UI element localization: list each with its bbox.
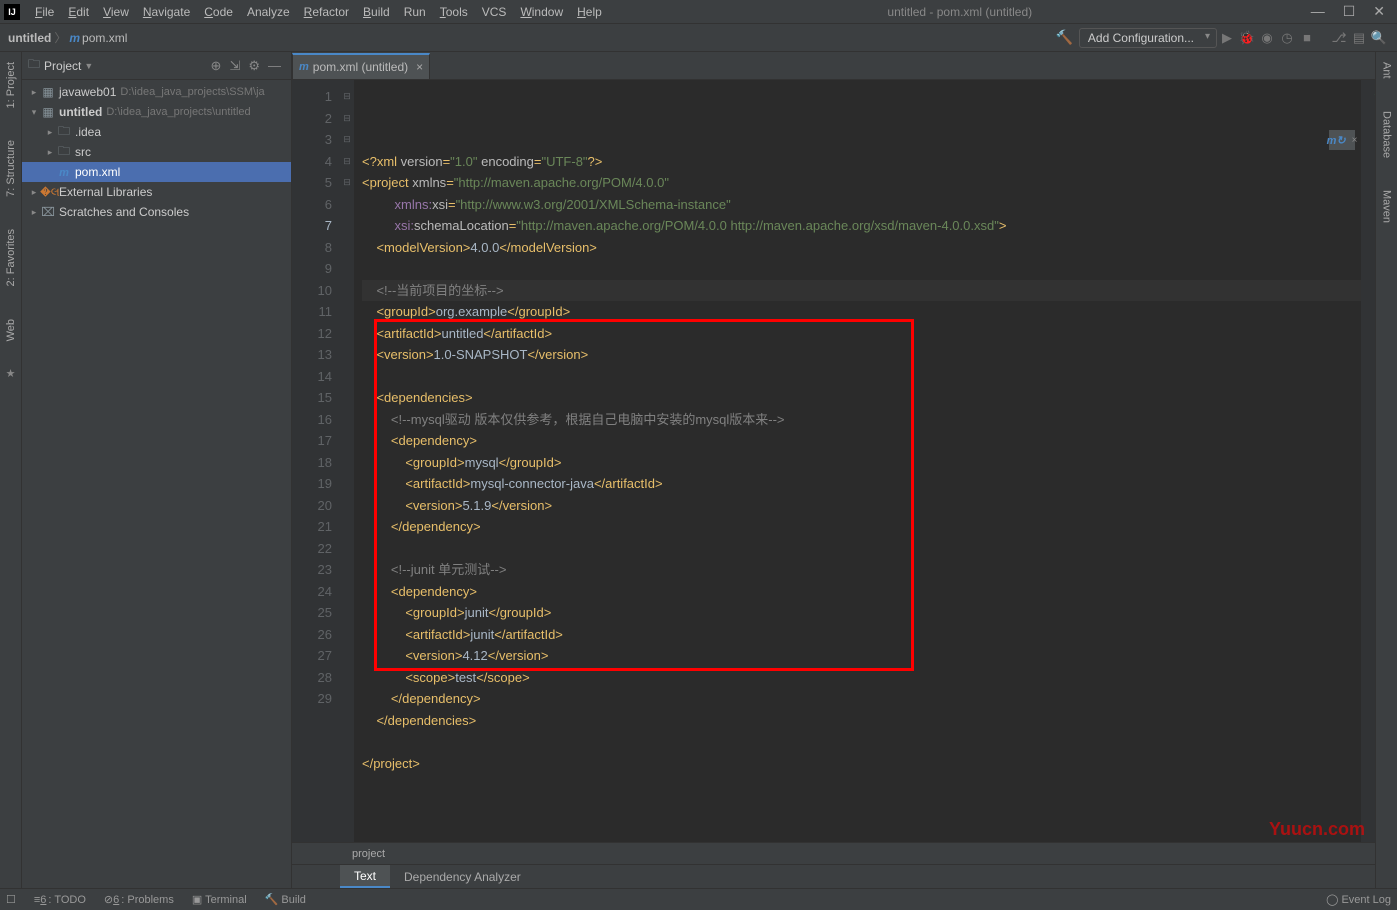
status-build[interactable]: 🔨 Build <box>265 893 306 906</box>
menu-navigate[interactable]: Navigate <box>136 5 197 19</box>
menu-vcs[interactable]: VCS <box>475 5 514 19</box>
tree-item-src[interactable]: ▸🗀src <box>22 142 291 162</box>
toolbar: untitled〉mpom.xml 🔨 Add Configuration...… <box>0 24 1397 52</box>
menu-tools[interactable]: Tools <box>433 5 475 19</box>
editor-tab-pom[interactable]: m pom.xml (untitled) × <box>292 53 430 79</box>
bottom-tab-dependency-analyzer[interactable]: Dependency Analyzer <box>390 865 535 888</box>
rail-database[interactable]: Database <box>1381 105 1393 164</box>
editor-tab-label: pom.xml (untitled) <box>313 60 408 74</box>
tool-window-button[interactable]: ☐ <box>6 893 16 906</box>
editor-area: m pom.xml (untitled) × ✔ 123456789101112… <box>292 52 1375 888</box>
tree-item-untitled[interactable]: ▾▦untitledD:\idea_java_projects\untitled <box>22 102 291 122</box>
window-title: untitled - pom.xml (untitled) <box>609 5 1311 19</box>
rail-structure[interactable]: 7: Structure <box>5 134 17 203</box>
menu-edit[interactable]: Edit <box>61 5 96 19</box>
minimize-icon[interactable]: — <box>1311 3 1325 20</box>
rail-favorites[interactable]: 2: Favorites <box>5 223 17 292</box>
status-bar: ☐ ≡ 6: TODO ⊘ 6: Problems ▣ Terminal 🔨 Buil… <box>0 888 1397 910</box>
editor-tabs: m pom.xml (untitled) × <box>292 52 1375 80</box>
coverage-icon[interactable]: ◉ <box>1257 30 1277 46</box>
fold-gutter[interactable]: ⊟⊟⊟⊟⊟ <box>340 80 354 842</box>
stop-icon[interactable]: ■ <box>1297 30 1317 45</box>
menu-analyze[interactable]: Analyze <box>240 5 297 19</box>
project-panel-header: 🗀 Project ▼ ⊕ ⇲ ⚙ — <box>22 52 291 80</box>
tree-item-scratchesandconsoles[interactable]: ▸⌧Scratches and Consoles <box>22 202 291 222</box>
inspection-check-icon[interactable]: ✔ <box>1373 86 1375 103</box>
debug-icon[interactable]: 🐞 <box>1237 30 1257 46</box>
menu-code[interactable]: Code <box>197 5 240 19</box>
menu-view[interactable]: View <box>96 5 136 19</box>
close-icon[interactable]: ✕ <box>1373 3 1385 20</box>
structure-breadcrumb[interactable]: project <box>292 842 1375 864</box>
rail-web[interactable]: Web <box>5 313 17 347</box>
folder-icon: 🗀 <box>28 55 40 76</box>
chevron-down-icon[interactable]: ▼ <box>84 61 93 71</box>
profile-icon[interactable]: ◷ <box>1277 30 1297 46</box>
editor-bottom-tabs: TextDependency Analyzer <box>292 864 1375 888</box>
menu-file[interactable]: File <box>28 5 61 19</box>
project-sidebar: 🗀 Project ▼ ⊕ ⇲ ⚙ — ▸▦javaweb01D:\idea_j… <box>22 52 292 888</box>
menu-run[interactable]: Run <box>397 5 433 19</box>
project-tree[interactable]: ▸▦javaweb01D:\idea_java_projects\SSM\ja▾… <box>22 80 291 888</box>
rail-ant[interactable]: Ant <box>1381 56 1393 85</box>
project-panel-title: Project <box>44 59 81 73</box>
close-tab-icon[interactable]: × <box>416 60 423 74</box>
rail-maven[interactable]: Maven <box>1381 184 1393 229</box>
event-log-button[interactable]: ◯ Event Log <box>1326 893 1391 906</box>
status-terminal[interactable]: ▣ Terminal <box>192 893 247 906</box>
tree-item-externallibraries[interactable]: ▸�લExternal Libraries <box>22 182 291 202</box>
menu-build[interactable]: Build <box>356 5 397 19</box>
settings-icon[interactable]: ⚙ <box>248 58 260 74</box>
tree-item-javaweb01[interactable]: ▸▦javaweb01D:\idea_java_projects\SSM\ja <box>22 82 291 102</box>
maven-file-icon: m <box>299 61 309 73</box>
run-icon[interactable]: ▶ <box>1217 30 1237 46</box>
watermark: Yuucn.com <box>1269 819 1365 840</box>
run-config-dropdown[interactable]: Add Configuration... <box>1079 28 1217 48</box>
status-todo[interactable]: ≡ 6: TODO <box>34 893 86 906</box>
menu-bar: IJ FileEditViewNavigateCodeAnalyzeRefact… <box>0 0 1397 24</box>
menu-refactor[interactable]: Refactor <box>297 5 356 19</box>
project-structure-icon[interactable]: ▤ <box>1349 30 1369 46</box>
tree-item-pomxml[interactable]: mpom.xml <box>22 162 291 182</box>
status-problems[interactable]: ⊘ 6: Problems <box>104 893 174 906</box>
breadcrumb[interactable]: untitled〉mpom.xml <box>8 29 127 46</box>
left-tool-rail: 1: Project 7: Structure 2: Favorites Web ★ <box>0 52 22 888</box>
build-icon[interactable]: 🔨 <box>1055 29 1072 46</box>
expand-all-icon[interactable]: ⇲ <box>229 58 240 74</box>
bottom-tab-text[interactable]: Text <box>340 865 390 888</box>
select-opened-icon[interactable]: ⊕ <box>211 58 222 74</box>
menu-window[interactable]: Window <box>513 5 570 19</box>
close-icon[interactable]: × <box>1352 135 1358 146</box>
line-gutter[interactable]: 1234567891011121314151617181920212223242… <box>292 80 340 842</box>
rail-project[interactable]: 1: Project <box>5 56 17 114</box>
code-editor[interactable]: <?xml version="1.0" encoding="UTF-8"?><p… <box>354 80 1361 842</box>
app-icon: IJ <box>4 4 20 20</box>
error-stripe[interactable] <box>1361 80 1375 842</box>
right-tool-rail: Ant Database Maven <box>1375 52 1397 888</box>
star-icon: ★ <box>6 367 16 380</box>
maximize-icon[interactable]: ☐ <box>1343 3 1356 20</box>
tree-item-idea[interactable]: ▸🗀.idea <box>22 122 291 142</box>
menu-help[interactable]: Help <box>570 5 609 19</box>
search-icon[interactable]: 🔍 <box>1369 30 1389 46</box>
hide-icon[interactable]: — <box>268 58 281 73</box>
git-icon[interactable]: ⎇ <box>1329 30 1349 46</box>
maven-reload-badge[interactable]: m↻× <box>1329 130 1355 150</box>
